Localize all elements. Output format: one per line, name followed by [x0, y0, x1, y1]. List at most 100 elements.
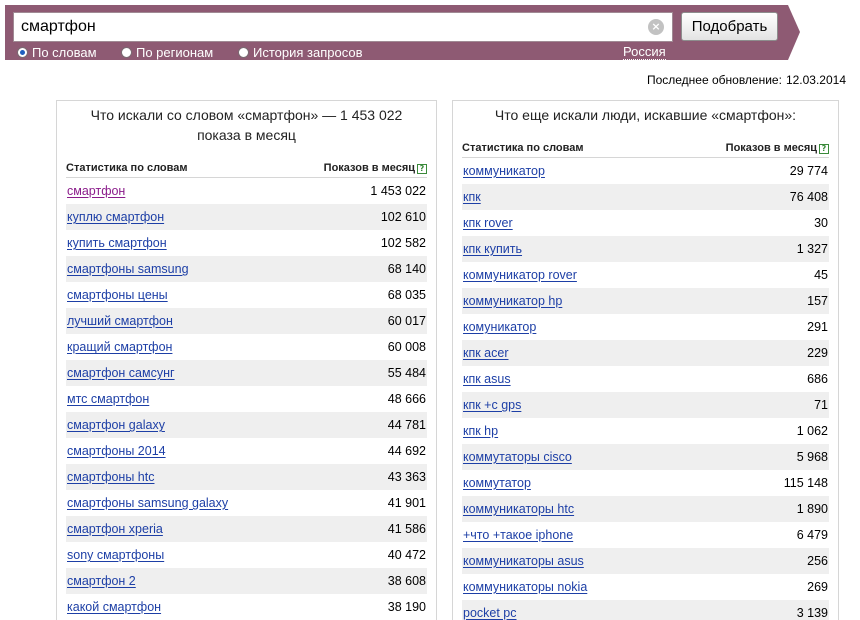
table-row: кпк 76 408	[462, 184, 829, 210]
impressions-count: 291	[807, 320, 828, 334]
keyword-link[interactable]: какой смартфон	[67, 600, 161, 614]
table-row: коммуникаторы asus 256	[462, 548, 829, 574]
table-header: Статистика по словам Показов в месяц?	[66, 158, 427, 178]
keyword-link[interactable]: кпк купить	[463, 242, 522, 256]
impressions-count: 40 472	[387, 548, 426, 562]
table-header: Статистика по словам Показов в месяц?	[462, 138, 829, 158]
column-count: Показов в месяц?	[726, 142, 829, 154]
column-count: Показов в месяц?	[324, 162, 427, 174]
clear-icon[interactable]: ×	[648, 19, 664, 35]
table-row: мтс смартфон 48 666	[66, 386, 427, 412]
keyword-link[interactable]: кпк	[463, 190, 481, 204]
keyword-link[interactable]: мтс смартфон	[67, 392, 149, 406]
keyword-link[interactable]: кпк hp	[463, 424, 498, 438]
table-row: кпк asus 686	[462, 366, 829, 392]
table-row: кпк купить 1 327	[462, 236, 829, 262]
keyword-link[interactable]: смартфоны цены	[67, 288, 168, 302]
impressions-count: 68 140	[387, 262, 426, 276]
keyword-link[interactable]: коммуникаторы asus	[463, 554, 584, 568]
keyword-link[interactable]: кпк acer	[463, 346, 509, 360]
help-icon[interactable]: ?	[417, 163, 427, 174]
table-row: кпк rover 30	[462, 210, 829, 236]
search-input[interactable]	[13, 12, 673, 42]
keyword-link[interactable]: коммуникаторы htc	[463, 502, 574, 516]
impressions-count: 157	[807, 294, 828, 308]
keyword-link[interactable]: кращий смартфон	[67, 340, 172, 354]
impressions-count: 71	[814, 398, 828, 412]
table-row: смартфоны htc 43 363	[66, 464, 427, 490]
table-row: смартфоны 2014 44 692	[66, 438, 427, 464]
table-row: смартфоны samsung galaxy 41 901	[66, 490, 427, 516]
table-body: коммуникатор 29 774 кпк 76 408 кпк rover 30 кп…	[462, 158, 829, 620]
table-row: pocket pc 3 139	[462, 600, 829, 620]
column-keyword: Статистика по словам	[66, 161, 188, 174]
keyword-link[interactable]: кпк rover	[463, 216, 513, 230]
impressions-count: 76 408	[789, 190, 828, 204]
impressions-count: 60 017	[387, 314, 426, 328]
keyword-link[interactable]: куплю смартфон	[67, 210, 164, 224]
keyword-link[interactable]: sony смартфоны	[67, 548, 164, 562]
related-queries-panel: Что еще искали люди, искавшие «смартфон»…	[452, 100, 839, 620]
keyword-link[interactable]: pocket pc	[463, 606, 517, 620]
impressions-count: 44 781	[387, 418, 426, 432]
mode-by-regions[interactable]: По регионам	[121, 45, 213, 60]
table-body: смартфон 1 453 022 куплю смартфон 102 610 ку…	[66, 178, 427, 620]
mode-query-history[interactable]: История запросов	[238, 45, 363, 60]
table-row: коммуникатор rover 45	[462, 262, 829, 288]
keyword-link[interactable]: коммутаторы cisco	[463, 450, 572, 464]
impressions-count: 686	[807, 372, 828, 386]
mode-label: По словам	[32, 45, 97, 60]
table-row: смартфон 2 38 608	[66, 568, 427, 594]
region-selector[interactable]: Россия	[623, 45, 666, 60]
keyword-link[interactable]: смартфоны samsung	[67, 262, 189, 276]
impressions-count: 5 968	[796, 450, 828, 464]
table-row: кращий смартфон 60 008	[66, 334, 427, 360]
impressions-count: 229	[807, 346, 828, 360]
keyword-link[interactable]: лучший смартфон	[67, 314, 173, 328]
last-update: Последнее обновление: 12.03.2014	[647, 73, 846, 87]
radio-icon[interactable]	[121, 47, 132, 58]
keyword-link[interactable]: коммуникатор	[463, 164, 545, 178]
impressions-count: 55 484	[387, 366, 426, 380]
impressions-count: 44 692	[387, 444, 426, 458]
help-icon[interactable]: ?	[819, 143, 829, 154]
keyword-link[interactable]: +что +такое iphone	[463, 528, 573, 542]
table-row: какой смартфон 38 190	[66, 594, 427, 620]
keyword-link[interactable]: смартфоны samsung galaxy	[67, 496, 228, 510]
keyword-link[interactable]: смартфон самсунг	[67, 366, 175, 380]
keyword-link[interactable]: коммуникатор rover	[463, 268, 577, 282]
keyword-link[interactable]: коммуникатор hp	[463, 294, 562, 308]
keyword-link[interactable]: смартфон xperia	[67, 522, 163, 536]
keyword-link[interactable]: коммуникаторы nokia	[463, 580, 587, 594]
keyword-link[interactable]: смартфон 2	[67, 574, 136, 588]
keyword-link[interactable]: смартфоны htc	[67, 470, 154, 484]
keyword-link[interactable]: купить смартфон	[67, 236, 167, 250]
keywords-panel: Что искали со словом «смартфон» — 1 453 …	[56, 100, 437, 620]
panel-title: Что искали со словом «смартфон» — 1 453 …	[90, 107, 403, 143]
keyword-link[interactable]: коммутатор	[463, 476, 531, 490]
table-row: коммуникатор 29 774	[462, 158, 829, 184]
radio-selected-icon[interactable]	[17, 47, 28, 58]
impressions-count: 115 148	[783, 476, 828, 490]
impressions-count: 60 008	[387, 340, 426, 354]
keyword-link[interactable]: смартфоны 2014	[67, 444, 166, 458]
impressions-count: 41 901	[387, 496, 426, 510]
keyword-link[interactable]: смартфон galaxy	[67, 418, 165, 432]
table-row: кпк +с gps 71	[462, 392, 829, 418]
impressions-count: 41 586	[387, 522, 426, 536]
impressions-count: 102 582	[380, 236, 426, 250]
impressions-count: 45	[814, 268, 828, 282]
table-row: куплю смартфон 102 610	[66, 204, 427, 230]
impressions-count: 48 666	[387, 392, 426, 406]
keyword-link[interactable]: смартфон	[67, 184, 125, 198]
radio-icon[interactable]	[238, 47, 249, 58]
related-table: Статистика по словам Показов в месяц? ко…	[462, 138, 829, 620]
submit-button[interactable]: Подобрать	[681, 12, 778, 41]
impressions-count: 256	[807, 554, 828, 568]
keyword-link[interactable]: кпк +с gps	[463, 398, 521, 412]
keyword-link[interactable]: кпк asus	[463, 372, 511, 386]
impressions-count: 29 774	[789, 164, 828, 178]
table-row: коммуникатор hp 157	[462, 288, 829, 314]
keyword-link[interactable]: комуникатор	[463, 320, 536, 334]
mode-by-words[interactable]: По словам	[17, 45, 97, 60]
